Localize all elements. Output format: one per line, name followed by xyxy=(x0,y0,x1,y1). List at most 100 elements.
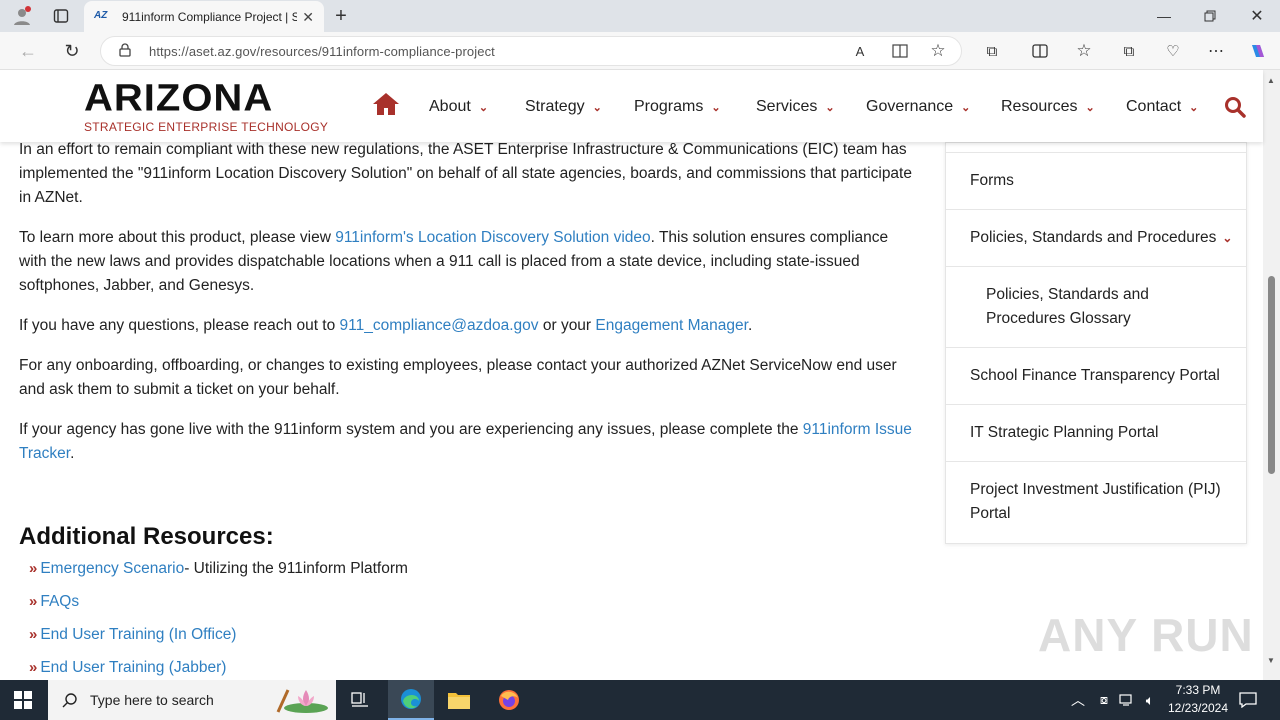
new-tab-icon[interactable]: + xyxy=(330,5,352,27)
resources-list: » Emergency Scenario - Utilizing the 911i… xyxy=(29,560,408,680)
nav-contact[interactable]: Contact ⌄ xyxy=(1126,98,1198,116)
video-link[interactable]: 911inform's Location Discovery Solution … xyxy=(335,229,650,246)
resource-link[interactable]: Emergency Scenario xyxy=(40,560,184,578)
list-item: » End User Training (Jabber) xyxy=(29,659,408,680)
collections-icon[interactable]: ⧉ xyxy=(1117,40,1141,62)
copilot-icon[interactable] xyxy=(1246,40,1270,62)
web-page: ARIZONA STRATEGIC ENTERPRISE TECHNOLOGY … xyxy=(0,70,1280,680)
task-view-icon[interactable] xyxy=(348,689,372,711)
windows-taskbar: Type here to search ︿ ⧇ 🔈︎ 7:33 PM 12/23… xyxy=(0,680,1280,720)
favorite-star-icon[interactable]: ☆ xyxy=(927,40,949,62)
close-window-icon[interactable]: ✕ xyxy=(1245,5,1269,27)
list-item: » End User Training (In Office) xyxy=(29,626,408,659)
favorites-icon[interactable]: ☆ xyxy=(1072,40,1096,62)
page-scrollbar[interactable]: ▲ ▼ xyxy=(1263,70,1280,680)
search-icon[interactable] xyxy=(1224,96,1246,118)
restore-icon[interactable] xyxy=(1198,5,1222,27)
anyrun-watermark: ANY RUN xyxy=(1038,609,1254,661)
profile-icon[interactable] xyxy=(10,5,34,27)
firefox-icon[interactable] xyxy=(496,688,522,712)
resource-link[interactable]: FAQs xyxy=(40,593,79,611)
immersive-reader-icon[interactable] xyxy=(889,41,911,61)
tray-device-icon[interactable]: ⧇ xyxy=(1094,690,1114,710)
site-favicon-icon: AZ xyxy=(94,9,108,21)
network-icon[interactable] xyxy=(1117,690,1137,710)
resource-link[interactable]: End User Training (Jabber) xyxy=(40,659,226,677)
split-screen-icon[interactable] xyxy=(1028,40,1052,62)
nav-services[interactable]: Services ⌄ xyxy=(756,98,835,116)
double-chevron-right-icon: » xyxy=(29,626,38,643)
engagement-manager-link[interactable]: Engagement Manager xyxy=(595,317,748,334)
logo-subtitle: STRATEGIC ENTERPRISE TECHNOLOGY xyxy=(84,120,329,134)
taskbar-search-box[interactable]: Type here to search xyxy=(48,680,336,720)
read-aloud-icon[interactable]: A xyxy=(849,41,871,61)
double-chevron-right-icon: » xyxy=(29,593,38,610)
paragraph-compliance: In an effort to remain compliant with th… xyxy=(19,141,912,206)
tab-title: 911inform Compliance Project | S xyxy=(122,9,297,24)
list-item: » FAQs xyxy=(29,593,408,626)
search-placeholder: Type here to search xyxy=(90,692,214,708)
sidebar-item-glossary[interactable]: Policies, Standards and Procedures Gloss… xyxy=(946,267,1246,348)
home-icon[interactable] xyxy=(372,92,400,116)
chevron-down-icon: ⌄ xyxy=(711,101,721,114)
list-item: » Emergency Scenario - Utilizing the 911i… xyxy=(29,560,408,578)
main-content: In an effort to remain compliant with th… xyxy=(19,138,919,482)
sidebar-item-policies[interactable]: Policies, Standards and Procedures ⌄ xyxy=(946,210,1246,267)
nav-resources[interactable]: Resources ⌄ xyxy=(1001,98,1095,116)
sidebar-item-school-finance[interactable]: School Finance Transparency Portal xyxy=(946,348,1246,405)
chevron-down-icon: ⌄ xyxy=(592,101,602,114)
resources-sidebar: Forms Policies, Standards and Procedures… xyxy=(945,142,1247,544)
double-chevron-right-icon: » xyxy=(29,560,38,577)
search-icon xyxy=(62,692,78,708)
extensions-icon[interactable]: ⧉ xyxy=(980,40,1004,62)
sidebar-item-top xyxy=(946,143,1246,153)
active-tab[interactable]: AZ 911inform Compliance Project | S ✕ xyxy=(84,1,324,32)
chevron-down-icon: ⌄ xyxy=(478,101,489,114)
additional-resources-heading: Additional Resources: xyxy=(19,523,274,550)
arizona-logo[interactable]: ARIZONA xyxy=(84,77,273,120)
volume-icon[interactable]: 🔈︎ xyxy=(1140,690,1160,710)
clock-date[interactable]: 12/23/2024 xyxy=(1162,701,1234,715)
chevron-down-icon: ⌄ xyxy=(961,101,971,114)
resource-link[interactable]: End User Training (In Office) xyxy=(40,626,236,644)
nav-governance[interactable]: Governance ⌄ xyxy=(866,98,970,116)
sidebar-item-forms[interactable]: Forms xyxy=(946,153,1246,210)
workspaces-icon[interactable] xyxy=(50,5,72,27)
browser-toolbar: ← ↻ https://aset.az.gov/resources/911inf… xyxy=(0,32,1280,70)
paragraph-issues: If your agency has gone live with the 91… xyxy=(19,421,912,462)
windows-start-icon[interactable] xyxy=(12,690,34,710)
email-link[interactable]: 911_compliance@azdoa.gov xyxy=(340,317,539,334)
scroll-up-icon[interactable]: ▲ xyxy=(1267,76,1275,85)
nav-about[interactable]: About ⌄ xyxy=(429,98,488,116)
site-header: ARIZONA STRATEGIC ENTERPRISE TECHNOLOGY … xyxy=(0,70,1263,142)
nav-strategy[interactable]: Strategy ⌄ xyxy=(525,98,602,116)
nav-programs[interactable]: Programs ⌄ xyxy=(634,98,721,116)
chevron-down-icon: ⌄ xyxy=(1085,101,1095,114)
back-icon[interactable]: ← xyxy=(16,40,40,62)
scroll-thumb[interactable] xyxy=(1268,276,1275,474)
notification-icon[interactable] xyxy=(1236,689,1260,711)
sidebar-item-it-strategic[interactable]: IT Strategic Planning Portal xyxy=(946,405,1246,462)
lock-icon xyxy=(119,43,131,60)
edge-taskbar-icon[interactable] xyxy=(388,680,434,720)
paragraph-learn-more: To learn more about this product, please… xyxy=(19,229,889,294)
chevron-down-icon[interactable]: ⌄ xyxy=(1222,231,1232,245)
chevron-down-icon: ⌄ xyxy=(825,101,835,114)
sidebar-item-pij[interactable]: Project Investment Justification (PIJ) P… xyxy=(946,462,1246,543)
browser-essentials-icon[interactable]: ♡ xyxy=(1161,40,1185,62)
tab-close-icon[interactable]: ✕ xyxy=(302,9,314,26)
scroll-down-icon[interactable]: ▼ xyxy=(1267,656,1275,665)
address-bar[interactable]: https://aset.az.gov/resources/911inform-… xyxy=(100,36,962,66)
paragraph-questions: If you have any questions, please reach … xyxy=(19,317,753,334)
clock-time[interactable]: 7:33 PM xyxy=(1168,683,1228,697)
double-chevron-right-icon: » xyxy=(29,659,38,676)
minimize-icon[interactable]: — xyxy=(1152,5,1176,27)
browser-tab-bar: AZ 911inform Compliance Project | S ✕ + … xyxy=(0,0,1280,32)
tray-chevron-up-icon[interactable]: ︿ xyxy=(1068,690,1088,710)
lotus-image-icon xyxy=(270,686,330,714)
settings-more-icon[interactable]: ⋯ xyxy=(1204,40,1228,62)
chevron-down-icon: ⌄ xyxy=(1189,101,1199,114)
refresh-icon[interactable]: ↻ xyxy=(60,40,84,62)
file-explorer-icon[interactable] xyxy=(446,689,472,711)
url-text[interactable]: https://aset.az.gov/resources/911inform-… xyxy=(149,44,495,59)
